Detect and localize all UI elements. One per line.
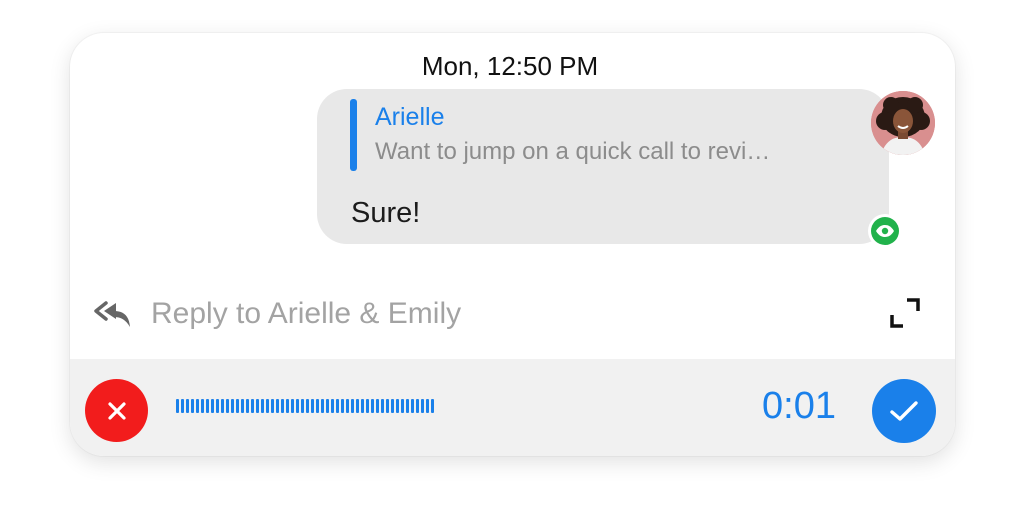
waveform-bar bbox=[181, 399, 184, 413]
quote-text: Want to jump on a quick call to revi… bbox=[375, 138, 771, 165]
waveform-bar bbox=[261, 399, 264, 413]
waveform-bar bbox=[221, 399, 224, 413]
waveform-bar bbox=[246, 399, 249, 413]
reply-all-icon bbox=[94, 299, 134, 331]
waveform-bar bbox=[196, 399, 199, 413]
waveform-bar bbox=[326, 399, 329, 413]
waveform-bar bbox=[316, 399, 319, 413]
waveform-bar bbox=[361, 399, 364, 413]
waveform-bar bbox=[186, 399, 189, 413]
waveform-bar bbox=[286, 399, 289, 413]
waveform-bar bbox=[281, 399, 284, 413]
waveform-bar bbox=[406, 399, 409, 413]
waveform-bar bbox=[341, 399, 344, 413]
expand-icon[interactable] bbox=[889, 297, 921, 329]
waveform-bar bbox=[201, 399, 204, 413]
waveform-bar bbox=[191, 399, 194, 413]
waveform-bar bbox=[291, 399, 294, 413]
waveform-bar bbox=[356, 399, 359, 413]
conversation-card: Mon, 12:50 PM Arielle Want to jump on a … bbox=[70, 33, 955, 456]
recording-duration: 0:01 bbox=[762, 385, 836, 427]
waveform-bar bbox=[211, 399, 214, 413]
audio-waveform bbox=[176, 399, 434, 413]
waveform-bar bbox=[411, 399, 414, 413]
quote-author: Arielle bbox=[375, 103, 445, 131]
waveform-bar bbox=[396, 399, 399, 413]
waveform-bar bbox=[176, 399, 179, 413]
waveform-bar bbox=[381, 399, 384, 413]
message-bubble[interactable]: Arielle Want to jump on a quick call to … bbox=[317, 89, 889, 244]
user-avatar[interactable] bbox=[871, 91, 935, 155]
waveform-bar bbox=[266, 399, 269, 413]
waveform-bar bbox=[366, 399, 369, 413]
waveform-bar bbox=[241, 399, 244, 413]
waveform-bar bbox=[206, 399, 209, 413]
seen-badge bbox=[868, 214, 902, 248]
waveform-bar bbox=[416, 399, 419, 413]
waveform-bar bbox=[236, 399, 239, 413]
message-text: Sure! bbox=[351, 197, 421, 229]
waveform-bar bbox=[321, 399, 324, 413]
eye-icon bbox=[871, 217, 899, 245]
waveform-bar bbox=[391, 399, 394, 413]
waveform-bar bbox=[216, 399, 219, 413]
waveform-bar bbox=[336, 399, 339, 413]
waveform-bar bbox=[226, 399, 229, 413]
conversation-timestamp: Mon, 12:50 PM bbox=[421, 51, 599, 81]
waveform-bar bbox=[271, 399, 274, 413]
checkmark-icon bbox=[890, 401, 918, 421]
cancel-recording-button[interactable] bbox=[85, 379, 148, 442]
waveform-bar bbox=[251, 399, 254, 413]
waveform-bar bbox=[421, 399, 424, 413]
quote-bar bbox=[350, 99, 357, 171]
confirm-recording-button[interactable] bbox=[872, 379, 936, 443]
waveform-bar bbox=[296, 399, 299, 413]
waveform-bar bbox=[426, 399, 429, 413]
waveform-bar bbox=[376, 399, 379, 413]
waveform-bar bbox=[351, 399, 354, 413]
waveform-bar bbox=[256, 399, 259, 413]
reply-placeholder[interactable]: Reply to Arielle & Emily bbox=[151, 297, 461, 331]
waveform-bar bbox=[306, 399, 309, 413]
waveform-bar bbox=[371, 399, 374, 413]
close-icon bbox=[107, 401, 126, 420]
voice-recorder: 0:01 bbox=[70, 359, 955, 456]
waveform-bar bbox=[346, 399, 349, 413]
avatar-image bbox=[871, 91, 935, 155]
waveform-bar bbox=[386, 399, 389, 413]
waveform-bar bbox=[276, 399, 279, 413]
waveform-bar bbox=[301, 399, 304, 413]
waveform-bar bbox=[311, 399, 314, 413]
reply-composer[interactable]: Reply to Arielle & Emily bbox=[70, 291, 955, 341]
waveform-bar bbox=[331, 399, 334, 413]
waveform-bar bbox=[401, 399, 404, 413]
waveform-bar bbox=[231, 399, 234, 413]
waveform-bar bbox=[431, 399, 434, 413]
